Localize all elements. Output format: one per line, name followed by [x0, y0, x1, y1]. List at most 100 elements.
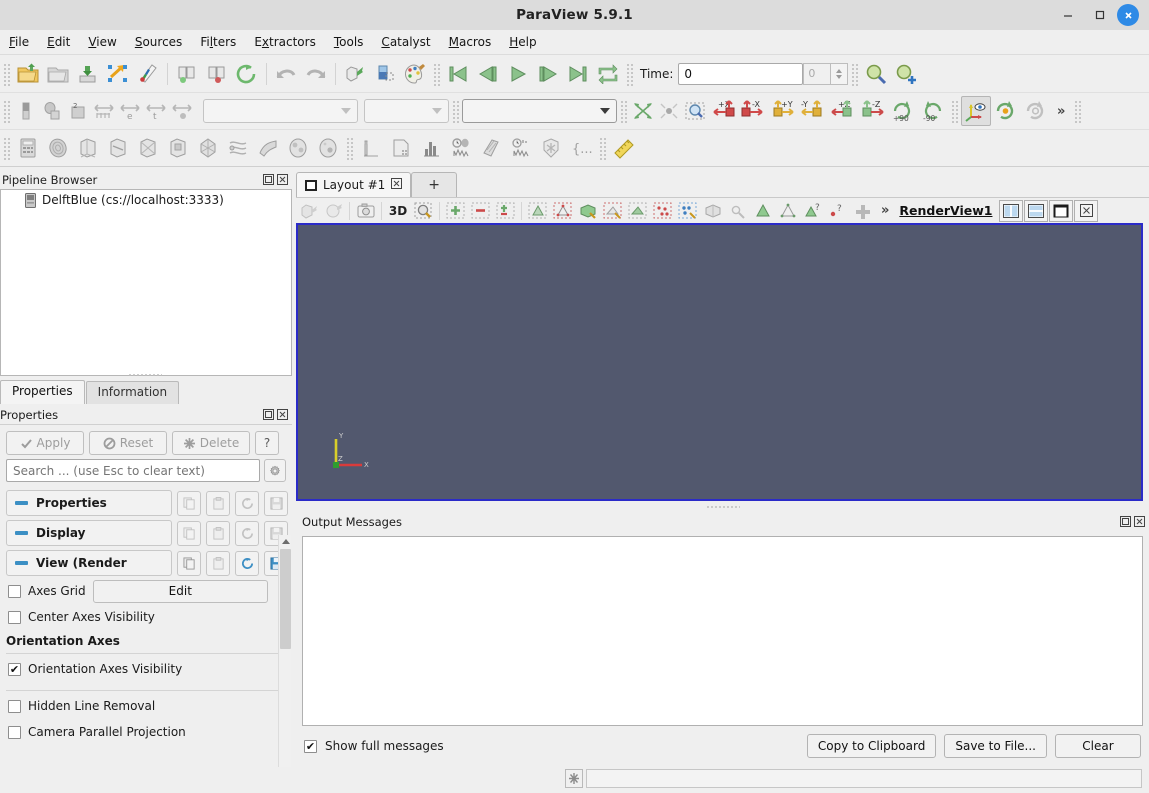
delete-button[interactable]: Delete — [172, 431, 250, 455]
set-view-plus-x-icon[interactable]: +X — [708, 96, 738, 126]
camera-undo-icon[interactable] — [340, 59, 370, 89]
zoom-closest-to-data-icon[interactable] — [682, 98, 708, 124]
menu-filters[interactable]: Filters — [191, 32, 245, 52]
toolbar-grip[interactable] — [619, 99, 628, 123]
select-cells-icon[interactable] — [525, 199, 550, 223]
pipeline-browser-list[interactable]: DelftBlue (cs://localhost:3333) — [0, 189, 292, 376]
save-state-icon[interactable] — [103, 59, 133, 89]
open-file-icon[interactable] — [13, 59, 43, 89]
undo-camera-icon[interactable] — [296, 199, 321, 223]
center-axes-visibility-checkbox[interactable] — [8, 610, 21, 624]
apply-button[interactable]: Apply — [6, 431, 84, 455]
toolbar-grip[interactable] — [598, 136, 607, 160]
menu-view[interactable]: View — [79, 32, 125, 52]
zoom-to-box-icon[interactable] — [656, 98, 682, 124]
representation-combo[interactable] — [462, 99, 617, 123]
zoom-to-data-icon[interactable] — [861, 59, 891, 89]
hide-all-icon[interactable] — [468, 199, 493, 223]
threshold-icon[interactable] — [133, 133, 163, 163]
toolbar-grip[interactable] — [950, 99, 959, 123]
close-icon[interactable] — [1134, 515, 1145, 529]
quartile-chart-icon[interactable] — [506, 133, 536, 163]
restore-defaults-icon[interactable] — [235, 520, 259, 546]
rescale-range-icon[interactable] — [39, 98, 65, 124]
select-points-icon[interactable] — [550, 199, 575, 223]
toolbar-grip[interactable] — [1073, 99, 1083, 123]
extract-subset-icon[interactable] — [163, 133, 193, 163]
add-layout-button[interactable]: + — [411, 172, 458, 197]
recent-files-icon[interactable] — [43, 59, 73, 89]
hover-points-icon[interactable] — [725, 199, 750, 223]
menu-help[interactable]: Help — [500, 32, 545, 52]
menu-file[interactable]: File — [0, 32, 38, 52]
scrollbar-thumb[interactable] — [280, 549, 291, 649]
select-frustum-cells-icon[interactable] — [600, 199, 625, 223]
plot-data-over-time-icon[interactable] — [446, 133, 476, 163]
select-blocks-icon[interactable] — [650, 199, 675, 223]
paste-icon[interactable] — [206, 520, 230, 546]
help-button[interactable]: ? — [255, 431, 279, 455]
close-icon[interactable] — [277, 173, 288, 187]
hidden-line-removal-checkbox[interactable] — [8, 699, 21, 713]
restore-defaults-icon[interactable] — [235, 490, 259, 516]
set-view-plus-z-icon[interactable]: +Z — [828, 96, 858, 126]
menu-extractors[interactable]: Extractors — [245, 32, 325, 52]
set-view-plus-y-icon[interactable]: +Y — [768, 96, 798, 126]
minimize-button[interactable] — [1053, 0, 1083, 30]
zoom-closest-icon[interactable] — [891, 59, 921, 89]
save-to-file-button[interactable]: Save to File... — [944, 734, 1047, 758]
vertical-splitter[interactable] — [706, 505, 740, 510]
time-index-stepper[interactable] — [831, 62, 849, 85]
status-field[interactable] — [586, 769, 1142, 788]
first-frame-icon[interactable] — [443, 59, 473, 89]
tab-properties[interactable]: Properties — [0, 380, 85, 404]
maximize-icon[interactable] — [1049, 199, 1074, 222]
disconnect-server-icon[interactable] — [202, 59, 232, 89]
menu-tools[interactable]: Tools — [325, 32, 373, 52]
loop-icon[interactable] — [593, 59, 623, 89]
toolbar-grip[interactable] — [432, 61, 441, 86]
show-all-icon[interactable] — [443, 199, 468, 223]
section-properties-header[interactable]: Properties — [6, 490, 172, 516]
add-selection-icon[interactable] — [850, 199, 875, 223]
view-toolbar-overflow-button[interactable]: » — [875, 203, 895, 218]
menu-edit[interactable]: Edit — [38, 32, 79, 52]
redo-icon[interactable] — [301, 59, 331, 89]
rotate-plus-90-icon[interactable]: +90 — [888, 96, 918, 126]
calculator-icon[interactable] — [13, 133, 43, 163]
slice-icon[interactable] — [103, 133, 133, 163]
rotate-minus-90-icon[interactable]: -90 — [918, 96, 948, 126]
warp-icon[interactable] — [253, 133, 283, 163]
toolbar-grip[interactable] — [850, 61, 860, 86]
undock-icon[interactable] — [1120, 515, 1131, 529]
plot-over-line-icon[interactable] — [356, 133, 386, 163]
paste-icon[interactable] — [206, 490, 230, 516]
last-frame-icon[interactable] — [563, 59, 593, 89]
toolbar-grip[interactable] — [625, 61, 634, 86]
query-selection-icon[interactable]: ? — [825, 199, 850, 223]
list-item[interactable]: DelftBlue (cs://localhost:3333) — [1, 190, 291, 210]
split-vertical-icon[interactable] — [1024, 199, 1049, 222]
rescale-custom-icon[interactable]: 2 — [65, 98, 91, 124]
rescale-data-range-icon[interactable] — [91, 98, 117, 124]
copy-icon[interactable] — [177, 550, 201, 576]
group-datasets-icon[interactable] — [283, 133, 313, 163]
close-view-icon[interactable] — [1074, 199, 1099, 222]
save-data-icon[interactable] — [73, 59, 103, 89]
pick-center-icon[interactable] — [1021, 96, 1051, 126]
split-horizontal-icon[interactable] — [999, 199, 1024, 222]
hover-cells-icon[interactable] — [700, 199, 725, 223]
axes-grid-checkbox[interactable] — [8, 584, 21, 598]
toolbar-grip[interactable] — [345, 136, 354, 160]
plot-selection-icon[interactable] — [386, 133, 416, 163]
select-frustum-points-icon[interactable] — [625, 199, 650, 223]
toolbar-grip[interactable] — [2, 99, 11, 123]
scatter-plot-icon[interactable] — [476, 133, 506, 163]
close-icon[interactable] — [391, 178, 403, 192]
camera-redo-icon[interactable] — [370, 59, 400, 89]
select-cells-polygon-icon[interactable] — [750, 199, 775, 223]
python-calculator-icon[interactable] — [536, 133, 566, 163]
rescale-custom-range-icon[interactable] — [169, 98, 195, 124]
previous-frame-icon[interactable] — [473, 59, 503, 89]
connect-server-icon[interactable] — [172, 59, 202, 89]
